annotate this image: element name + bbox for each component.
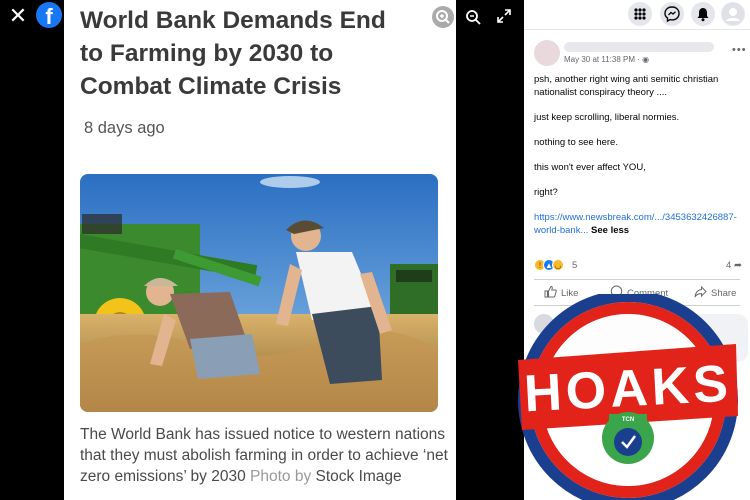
caption-credit: Photo by [250, 468, 312, 485]
zoom-out-icon[interactable] [464, 8, 482, 26]
expand-icon[interactable] [496, 8, 512, 24]
reaction-count: 5 [572, 260, 578, 271]
post-link-paragraph: https://www.newsbreak.com/.../3453632426… [534, 211, 744, 237]
divider [534, 279, 740, 280]
post-panel: May 30 at 11:38 PM · ◉ ••• psh, another … [524, 0, 750, 500]
menu-grid-icon[interactable] [628, 2, 652, 26]
comment-label: Comment [627, 287, 669, 299]
comment-button[interactable]: Comment [610, 284, 668, 302]
article-caption: The World Bank has issued notice to west… [80, 424, 450, 487]
share-icon [694, 285, 707, 301]
bell-icon[interactable] [691, 2, 715, 26]
thumbs-up-icon [544, 285, 557, 301]
top-navigation [524, 0, 750, 30]
globe-icon: ◉ [642, 55, 650, 64]
post-paragraph: psh, another right wing anti semitic chr… [534, 74, 719, 98]
share-count-icon: ➦ [733, 260, 742, 271]
shared-article-image: World Bank Demands End to Farming by 203… [64, 0, 456, 500]
see-less-link[interactable]: See less [591, 225, 629, 236]
article-time: 8 days ago [84, 119, 165, 137]
divider [534, 305, 740, 306]
article-link[interactable]: https://www.newsbreak.com/.../3453632426… [534, 212, 737, 236]
close-icon[interactable]: ✕ [8, 5, 28, 27]
like-label: Like [561, 287, 579, 299]
share-count[interactable]: 4 ➦ [726, 260, 742, 271]
share-button[interactable]: Share [694, 284, 736, 302]
author-avatar[interactable] [534, 40, 560, 66]
article-photo [80, 174, 438, 412]
facebook-logo[interactable]: f [36, 2, 62, 28]
comment-composer [534, 314, 748, 362]
haha-reaction-icon: ◡ [552, 259, 564, 271]
article-title: World Bank Demands End to Farming by 203… [80, 7, 386, 100]
profile-icon[interactable] [721, 2, 745, 26]
post-paragraph: nothing to see here. [534, 137, 618, 148]
send-icon[interactable] [726, 342, 738, 354]
post-paragraph: this won't ever affect YOU, [534, 162, 646, 173]
screenshot-root: ✕ f World Bank Demands End to Farming by… [0, 0, 750, 500]
photo-viewer: ✕ f World Bank Demands End to Farming by… [0, 0, 524, 500]
post-text: psh, another right wing anti semitic chr… [534, 73, 744, 249]
caption-source: Stock Image [315, 468, 402, 485]
post-paragraph: just keep scrolling, liberal normies. [534, 112, 680, 123]
share-label: Share [711, 287, 737, 299]
zoom-in-icon[interactable] [432, 6, 454, 28]
messenger-icon[interactable] [660, 2, 684, 26]
share-count-number: 4 [726, 260, 732, 271]
like-button[interactable]: Like [544, 284, 578, 302]
comment-input[interactable] [558, 314, 748, 362]
comment-icon [610, 285, 623, 301]
author-name-redacted[interactable] [564, 42, 714, 52]
post-date[interactable]: May 30 at 11:38 PM · ◉ [564, 55, 649, 64]
post-date-text: May 30 at 11:38 PM · [564, 55, 640, 64]
facebook-logo-letter: f [45, 4, 53, 28]
post-paragraph: right? [534, 187, 558, 198]
post-actions: Like Comment Share [534, 284, 740, 302]
more-options-icon[interactable]: ••• [732, 44, 747, 56]
viewer-avatar [534, 314, 554, 334]
